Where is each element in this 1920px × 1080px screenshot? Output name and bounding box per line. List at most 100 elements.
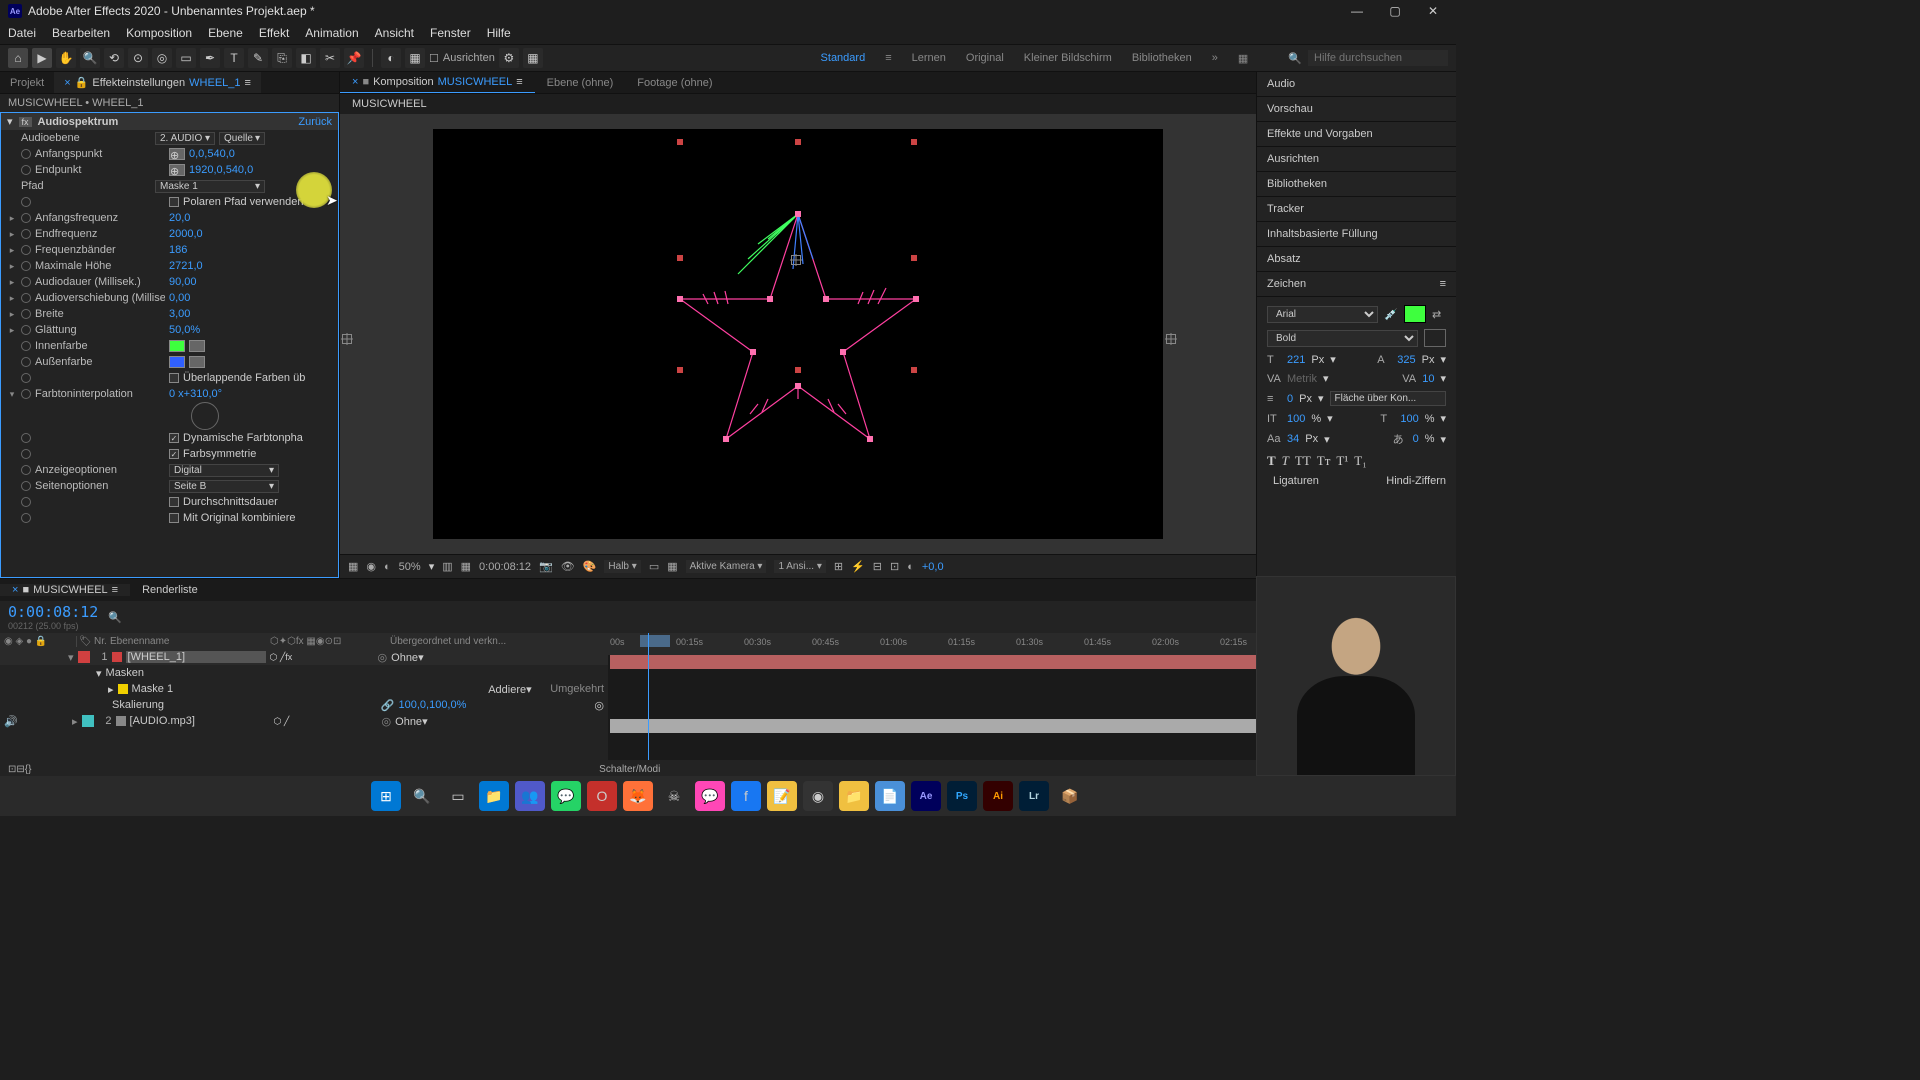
font-family-dropdown[interactable]: Arial — [1267, 306, 1378, 323]
timeline-tab-comp[interactable]: ×■MUSICWHEEL≡ — [0, 584, 130, 596]
illustrator-icon[interactable]: Ai — [983, 781, 1013, 811]
search-icon[interactable]: 🔍 — [407, 781, 437, 811]
tab-menu-icon[interactable]: ≡ — [516, 76, 522, 88]
workspace-chevron-icon[interactable]: ≡ — [885, 52, 891, 64]
minimize-button[interactable]: — — [1350, 4, 1364, 18]
region-icon[interactable]: ▭ — [649, 560, 659, 573]
reset-link[interactable]: Zurück — [298, 116, 332, 128]
timeline-search-icon[interactable]: 🔍 — [108, 611, 122, 624]
baseline-shift-value[interactable]: 34 — [1287, 433, 1299, 445]
obs-icon[interactable]: ◉ — [803, 781, 833, 811]
tab-close-icon[interactable]: × — [12, 584, 18, 596]
twirl-icon[interactable]: ▸ — [7, 309, 17, 320]
tab-effect-controls[interactable]: × 🔒 Effekteinstellungen WHEEL_1 ≡ — [54, 72, 261, 93]
roto-tool[interactable]: ✂ — [320, 48, 340, 68]
photoshop-icon[interactable]: Ps — [947, 781, 977, 811]
orbit-tool[interactable]: ⟲ — [104, 48, 124, 68]
panel-ausrichten[interactable]: Ausrichten — [1257, 147, 1456, 172]
bold-button[interactable]: T — [1267, 453, 1276, 469]
stroke-mode-dropdown[interactable]: Fläche über Kon... — [1330, 391, 1447, 406]
menu-effekt[interactable]: Effekt — [259, 26, 289, 40]
anchor-point-icon[interactable] — [791, 255, 801, 265]
layer-color-swatch[interactable] — [78, 651, 90, 663]
stopwatch-icon[interactable] — [21, 325, 31, 335]
notes-icon[interactable]: 📝 — [767, 781, 797, 811]
facebook-icon[interactable]: f — [731, 781, 761, 811]
tracking-value[interactable]: 10 — [1422, 373, 1434, 385]
twirl-icon[interactable]: ▸ — [7, 261, 17, 272]
snap-options-icon[interactable]: ⚙ — [499, 48, 519, 68]
subscript-button[interactable]: T₁ — [1354, 453, 1366, 469]
panel-bibliotheken[interactable]: Bibliotheken — [1257, 172, 1456, 197]
color-mgmt-icon[interactable]: 🎨 — [583, 560, 597, 573]
exposure-value[interactable]: +0,0 — [922, 561, 944, 573]
menu-fenster[interactable]: Fenster — [430, 26, 471, 40]
panel-vorschau[interactable]: Vorschau — [1257, 97, 1456, 122]
eraser-tool[interactable]: ◧ — [296, 48, 316, 68]
stopwatch-icon[interactable] — [21, 229, 31, 239]
stopwatch-icon[interactable] — [21, 497, 31, 507]
prop-dynamische-checkbox[interactable] — [169, 433, 179, 443]
layer-color-swatch[interactable] — [82, 715, 94, 727]
prop-mitoriginal-checkbox[interactable] — [169, 513, 179, 523]
prop-audioebene-dropdown[interactable]: 2. AUDIO▾ — [155, 132, 215, 145]
stopwatch-icon[interactable] — [21, 449, 31, 459]
stopwatch-icon[interactable] — [21, 373, 31, 383]
teams-icon[interactable]: 👥 — [515, 781, 545, 811]
tab-project[interactable]: Projekt — [0, 72, 54, 93]
pickwhip-icon[interactable]: ◎ — [594, 699, 604, 712]
prop-polaren-checkbox[interactable] — [169, 197, 179, 207]
stopwatch-icon[interactable] — [21, 389, 31, 399]
twirl-icon[interactable]: ▸ — [7, 245, 17, 256]
channel-icon[interactable]: ◉ — [366, 560, 376, 573]
notepad-icon[interactable]: 📄 — [875, 781, 905, 811]
anchor-tool[interactable]: ◎ — [152, 48, 172, 68]
twirl-icon[interactable]: ▸ — [7, 213, 17, 224]
mask-invert-label[interactable]: Umgekehrt — [550, 683, 604, 695]
puppet-tool[interactable]: 📌 — [344, 48, 364, 68]
zoom-tool[interactable]: 🔍 — [80, 48, 100, 68]
twirl-icon[interactable]: ▸ — [7, 229, 17, 240]
help-search-input[interactable] — [1308, 50, 1448, 66]
effect-twirl-icon[interactable]: ▾ — [7, 115, 13, 128]
stopwatch-icon[interactable] — [21, 149, 31, 159]
prop-audioebene-src-dropdown[interactable]: Quelle▾ — [219, 132, 265, 145]
timeline-tab-render[interactable]: Renderliste — [130, 584, 210, 596]
comp-edge-handle[interactable] — [342, 334, 352, 344]
stopwatch-icon[interactable] — [21, 481, 31, 491]
font-size-value[interactable]: 221 — [1287, 354, 1305, 366]
stopwatch-icon[interactable] — [21, 197, 31, 207]
mask-color-swatch[interactable] — [118, 684, 128, 694]
resolution-dropdown[interactable]: Halb ▾ — [604, 560, 640, 573]
layer-handle[interactable] — [795, 139, 801, 145]
stopwatch-icon[interactable] — [21, 309, 31, 319]
prop-audiodauer-value[interactable]: 90,00 — [169, 276, 197, 288]
stopwatch-icon[interactable] — [21, 513, 31, 523]
opera-icon[interactable]: O — [587, 781, 617, 811]
panel-tracker[interactable]: Tracker — [1257, 197, 1456, 222]
close-button[interactable]: ✕ — [1426, 4, 1440, 18]
menu-bearbeiten[interactable]: Bearbeiten — [52, 26, 110, 40]
stopwatch-icon[interactable] — [21, 261, 31, 271]
lightroom-icon[interactable]: Lr — [1019, 781, 1049, 811]
snapshot-icon[interactable]: 📷 — [539, 560, 553, 573]
windows-start-icon[interactable]: ⊞ — [371, 781, 401, 811]
toggle-brackets-icon[interactable]: {} — [25, 764, 32, 775]
twirl-icon[interactable]: ▸ — [7, 277, 17, 288]
swap-colors-icon[interactable]: ⇄ — [1432, 308, 1446, 321]
eyedropper-icon[interactable]: 💉 — [1384, 308, 1398, 321]
panel-zeichen-header[interactable]: Zeichen≡ — [1257, 272, 1456, 297]
rotate-tool[interactable]: ⊙ — [128, 48, 148, 68]
parent-dropdown[interactable]: Ohne▾ — [395, 715, 455, 728]
mask-mode-dropdown[interactable]: Addiere▾ — [488, 683, 538, 696]
prop-endfrequenz-value[interactable]: 2000,0 — [169, 228, 203, 240]
menu-ansicht[interactable]: Ansicht — [375, 26, 414, 40]
workspace-bibliotheken[interactable]: Bibliotheken — [1132, 52, 1192, 64]
tsume-value[interactable]: 0 — [1413, 433, 1419, 445]
layer-name[interactable]: [WHEEL_1] — [126, 651, 266, 663]
mask-name[interactable]: Maske 1 — [132, 683, 174, 695]
text-color-swatch[interactable] — [1404, 305, 1426, 323]
fast-preview-icon[interactable]: ⚡ — [851, 560, 865, 573]
misc-icon[interactable]: 📦 — [1055, 781, 1085, 811]
layer-handle[interactable] — [677, 255, 683, 261]
